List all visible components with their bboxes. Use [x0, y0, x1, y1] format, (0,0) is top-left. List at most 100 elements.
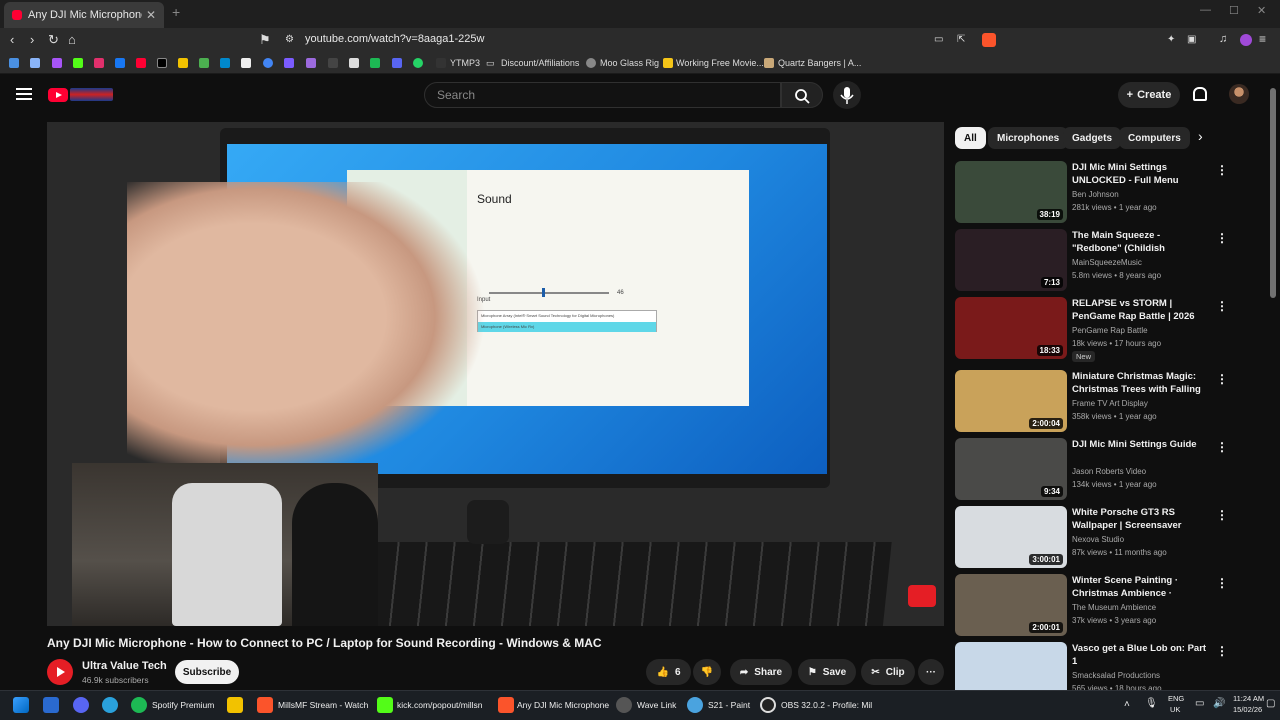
- whatsapp-icon[interactable]: [413, 58, 423, 68]
- more-options-icon[interactable]: ⋮: [1216, 508, 1228, 522]
- recommendation-title[interactable]: DJI Mic Mini Settings UNLOCKED - Full Me…: [1072, 161, 1208, 187]
- recommendation-title[interactable]: Miniature Christmas Magic: Christmas Tre…: [1072, 370, 1208, 396]
- hamburger-menu-icon[interactable]: [16, 88, 32, 100]
- sidebar-icon[interactable]: ▣: [1187, 34, 1196, 45]
- create-button[interactable]: + Create: [1118, 82, 1180, 108]
- chip-gadgets[interactable]: Gadgets: [1063, 127, 1122, 149]
- bookmark-icon[interactable]: [370, 58, 380, 68]
- browser-tab[interactable]: Any DJI Mic Microphone - How ✕: [4, 2, 164, 28]
- facebook-icon[interactable]: [115, 58, 125, 68]
- kick-icon[interactable]: [73, 58, 83, 68]
- recommendation-item[interactable]: 2:00:04 Miniature Christmas Magic: Christ…: [955, 370, 1230, 432]
- reload-icon[interactable]: ↻: [48, 32, 59, 48]
- chip-all[interactable]: All: [955, 127, 986, 149]
- home-icon[interactable]: ⌂: [68, 32, 76, 47]
- video-thumbnail[interactable]: 18:33: [955, 297, 1067, 359]
- instagram-icon[interactable]: [94, 58, 104, 68]
- recommendation-channel[interactable]: MainSqueezeMusic: [1072, 258, 1142, 267]
- network-icon[interactable]: ▭: [1195, 698, 1204, 709]
- chip-microphones[interactable]: Microphones: [988, 127, 1069, 149]
- recommendation-title[interactable]: Vasco get a Blue Lob on: Part 1: [1072, 642, 1208, 668]
- more-options-icon[interactable]: ⋮: [1216, 231, 1228, 245]
- page-scrollbar[interactable]: [1270, 88, 1276, 298]
- search-input[interactable]: Search: [424, 82, 781, 108]
- video-player[interactable]: Sound 46 Input Microphone Array (Intel® …: [47, 122, 944, 626]
- recommendation-title[interactable]: DJI Mic Mini Settings Guide: [1072, 438, 1208, 451]
- recommendation-channel[interactable]: Smacksalad Productions: [1072, 671, 1160, 680]
- windows-start-icon[interactable]: [13, 697, 29, 713]
- bookmark-icon[interactable]: [220, 58, 230, 68]
- kick-icon[interactable]: [377, 697, 393, 713]
- recommendation-item[interactable]: 3:00:01 White Porsche GT3 RS Wallpaper | …: [955, 506, 1230, 568]
- search-button[interactable]: [781, 82, 823, 108]
- clock-date[interactable]: 15/02/26: [1233, 705, 1262, 714]
- recommendation-channel[interactable]: Nexova Studio: [1072, 535, 1124, 544]
- recommendation-channel[interactable]: Ben Johnson: [1072, 190, 1119, 199]
- recommendation-item[interactable]: 2:00:01 Winter Scene Painting · Christmas…: [955, 574, 1230, 636]
- bookmark-quartz-bangers[interactable]: Quartz Bangers | A...: [778, 58, 861, 68]
- recommendation-title[interactable]: The Main Squeeze - "Redbone" (Childish G…: [1072, 229, 1208, 255]
- language-indicator[interactable]: ENG: [1168, 694, 1184, 703]
- more-options-icon[interactable]: ⋮: [1216, 576, 1228, 590]
- recommendation-title[interactable]: White Porsche GT3 RS Wallpaper | Screens…: [1072, 506, 1208, 532]
- save-button[interactable]: ⚑ Save: [798, 659, 856, 685]
- menu-icon[interactable]: ≡: [1259, 32, 1266, 46]
- clip-button[interactable]: ✂ Clip: [861, 659, 915, 685]
- recommendation-item[interactable]: 38:19 DJI Mic Mini Settings UNLOCKED - Fu…: [955, 161, 1230, 223]
- voice-search-button[interactable]: [833, 81, 861, 109]
- bookmark-icon[interactable]: [263, 58, 273, 68]
- recommendation-item[interactable]: 7:13 The Main Squeeze - "Redbone" (Childi…: [955, 229, 1230, 291]
- close-tab-icon[interactable]: ✕: [146, 8, 156, 22]
- site-info-icon[interactable]: ⚙: [285, 34, 294, 45]
- bookmark-moo-glass-rig[interactable]: Moo Glass Rig: [600, 58, 659, 68]
- channel-name[interactable]: Ultra Value Tech: [82, 660, 167, 672]
- video-thumbnail[interactable]: 38:19: [955, 161, 1067, 223]
- bookmark-icon[interactable]: [284, 58, 294, 68]
- bookmark-working-free-movie[interactable]: Working Free Movie...: [676, 58, 764, 68]
- minimize-icon[interactable]: —: [1200, 4, 1211, 16]
- video-thumbnail[interactable]: 3:00:01: [955, 506, 1067, 568]
- recommendation-title[interactable]: RELAPSE vs STORM | PenGame Rap Battle | …: [1072, 297, 1208, 323]
- recommendation-channel[interactable]: Jason Roberts Video: [1072, 467, 1146, 476]
- volume-icon[interactable]: 🔊: [1213, 698, 1225, 709]
- tray-mic-icon[interactable]: 🎙: [1145, 698, 1158, 709]
- more-options-icon[interactable]: ⋮: [1216, 163, 1228, 177]
- bookmark-icon[interactable]: [328, 58, 338, 68]
- notifications-icon[interactable]: ▢: [1266, 698, 1275, 709]
- subscribe-watermark-icon[interactable]: [908, 585, 936, 607]
- account-avatar[interactable]: [1229, 84, 1249, 104]
- taskbar-item-kick[interactable]: kick.com/popout/millsn: [397, 700, 483, 710]
- bookmark-icon[interactable]: [349, 58, 359, 68]
- dislike-button[interactable]: 👎: [693, 659, 721, 685]
- obs-icon[interactable]: [760, 697, 776, 713]
- bookmark-icon[interactable]: [52, 58, 62, 68]
- brave-icon[interactable]: [257, 697, 273, 713]
- youtube-icon[interactable]: [136, 58, 146, 68]
- spotify-icon[interactable]: [131, 697, 147, 713]
- video-thumbnail[interactable]: 2:00:01: [955, 574, 1067, 636]
- bookmark-icon[interactable]: [306, 58, 316, 68]
- youtube-logo[interactable]: [48, 88, 68, 102]
- back-icon[interactable]: ‹: [10, 32, 14, 47]
- more-options-icon[interactable]: ⋮: [1216, 299, 1228, 313]
- recommendation-channel[interactable]: The Museum Ambience: [1072, 603, 1156, 612]
- maximize-icon[interactable]: ☐: [1229, 4, 1239, 17]
- more-options-icon[interactable]: ⋮: [1216, 372, 1228, 386]
- file-explorer-icon[interactable]: [227, 697, 243, 713]
- more-options-icon[interactable]: ⋮: [1216, 440, 1228, 454]
- new-tab-icon[interactable]: +: [172, 4, 180, 20]
- recommendation-channel[interactable]: Frame TV Art Display: [1072, 399, 1148, 408]
- subscribe-button[interactable]: Subscribe: [175, 660, 239, 684]
- close-window-icon[interactable]: ✕: [1257, 4, 1266, 17]
- brave-shield-icon[interactable]: [982, 33, 996, 47]
- ytmp3-icon[interactable]: [436, 58, 446, 68]
- video-thumbnail[interactable]: 9:34: [955, 438, 1067, 500]
- recommendation-item[interactable]: 9:34 DJI Mic Mini Settings Guide Jason Rob…: [955, 438, 1230, 500]
- telegram-icon[interactable]: [102, 697, 118, 713]
- taskbar-item-spotify[interactable]: Spotify Premium: [152, 700, 214, 710]
- cast-icon[interactable]: ▭: [934, 34, 943, 45]
- more-options-icon[interactable]: ⋮: [1216, 644, 1228, 658]
- share-page-icon[interactable]: ⇱: [957, 34, 965, 45]
- like-button[interactable]: 👍 6: [646, 659, 691, 685]
- bookmark-icon[interactable]: [30, 58, 40, 68]
